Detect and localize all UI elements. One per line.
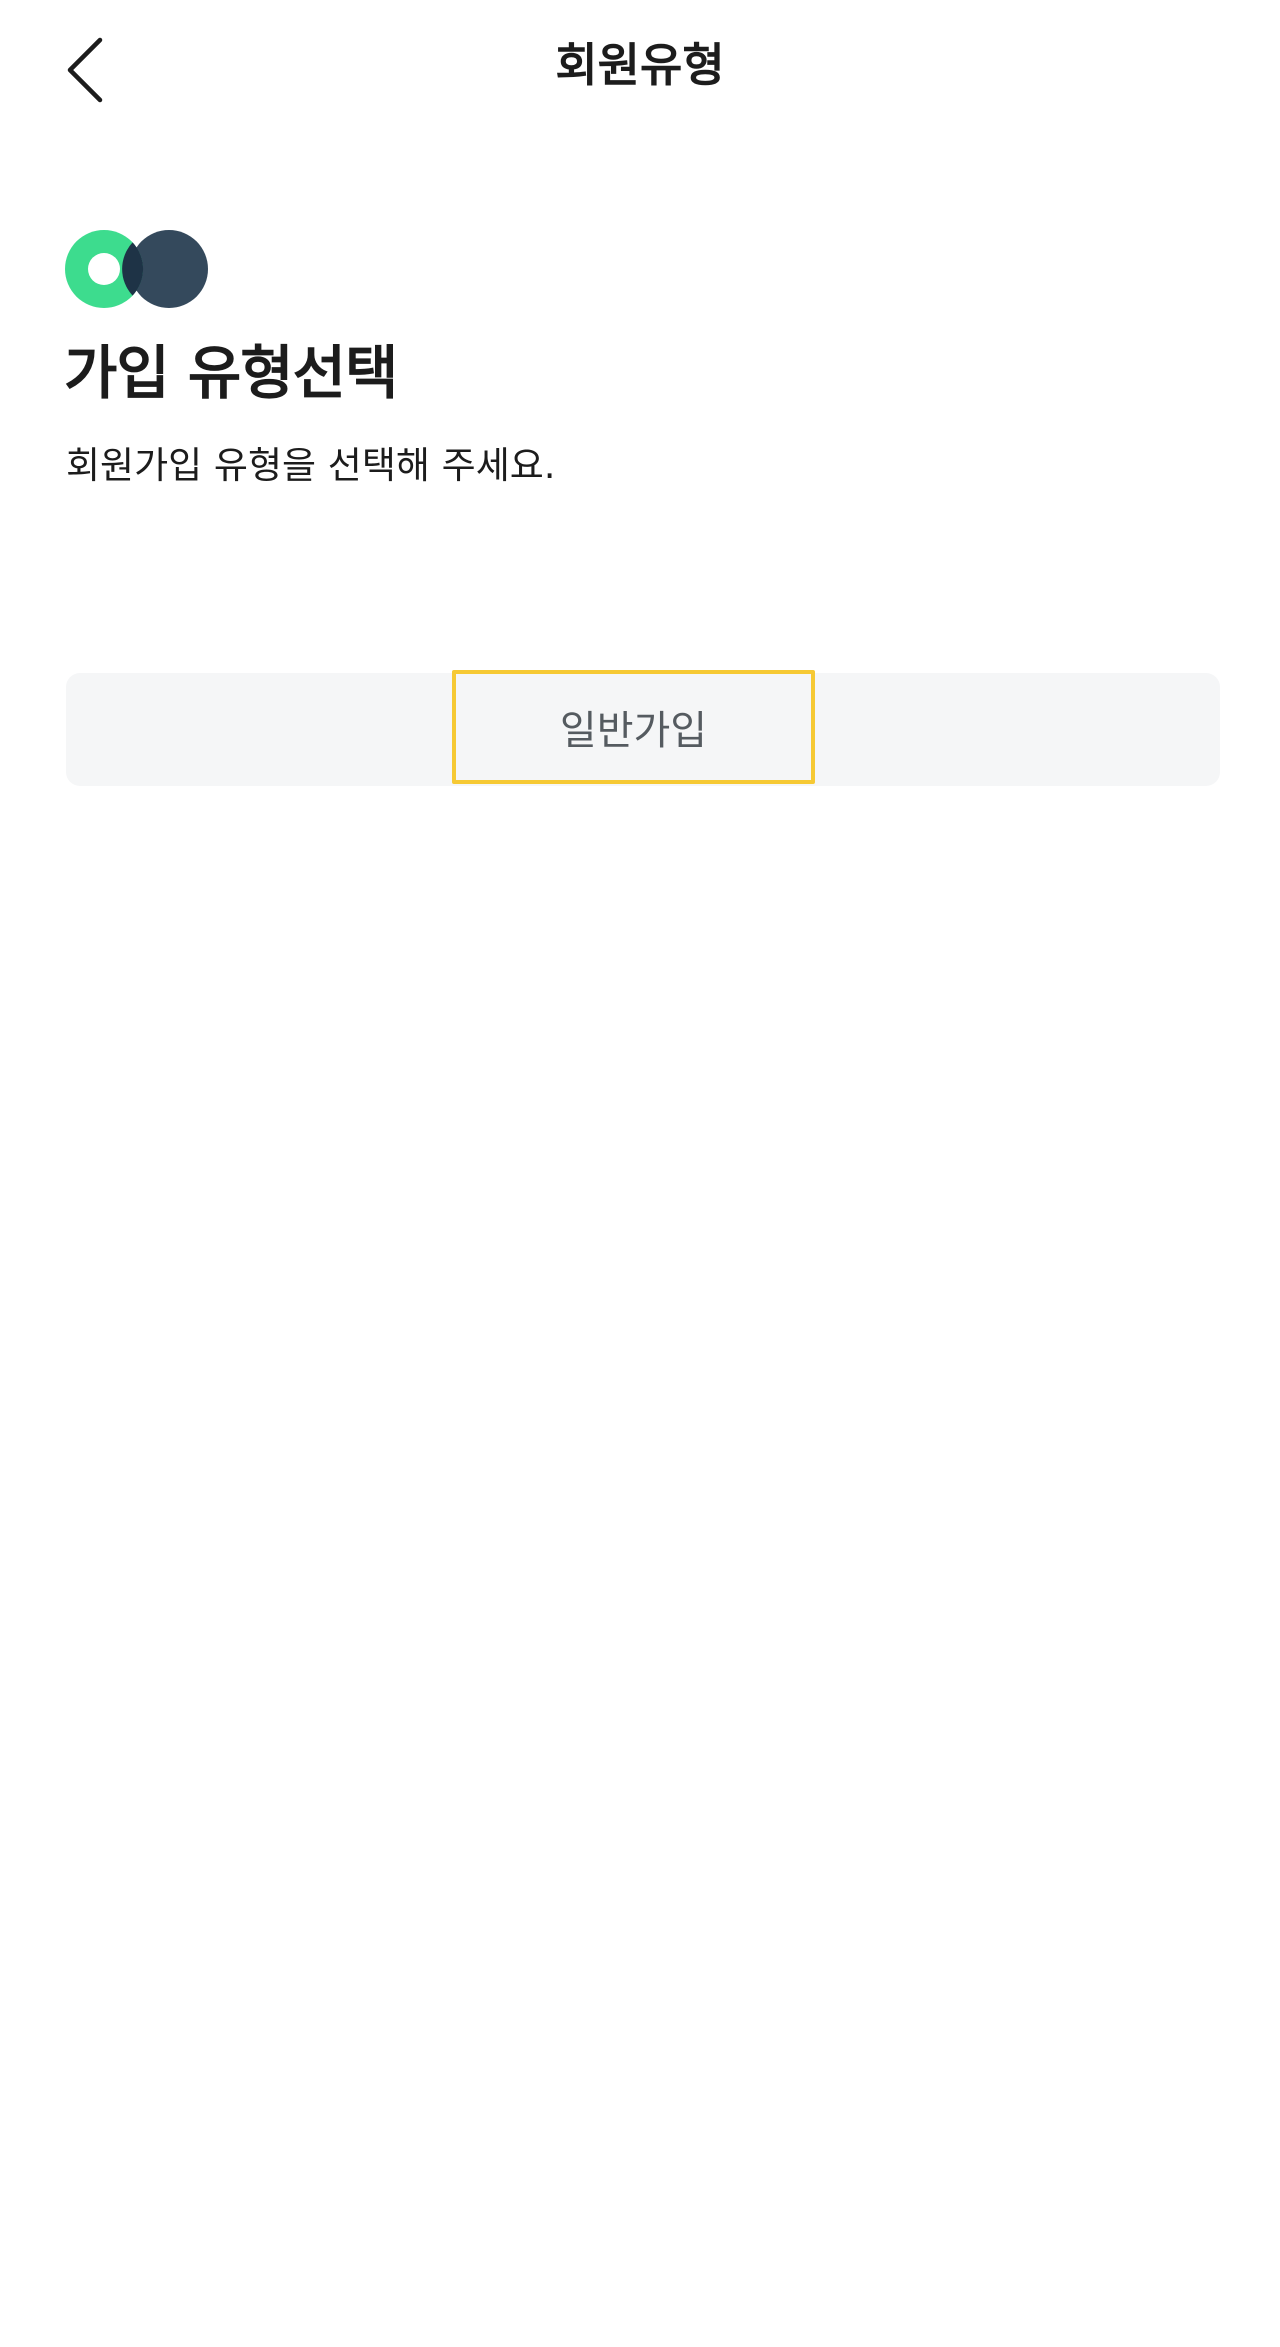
page-title: 가입 유형선택 (64, 339, 398, 407)
general-signup-button[interactable]: 일반가입 (452, 670, 815, 784)
header-title: 회원유형 (555, 38, 725, 92)
brand-logo (64, 228, 210, 310)
page-subtitle: 회원가입 유형을 선택해 주세요. (66, 444, 556, 487)
header-bar: 회원유형 (0, 0, 1280, 132)
